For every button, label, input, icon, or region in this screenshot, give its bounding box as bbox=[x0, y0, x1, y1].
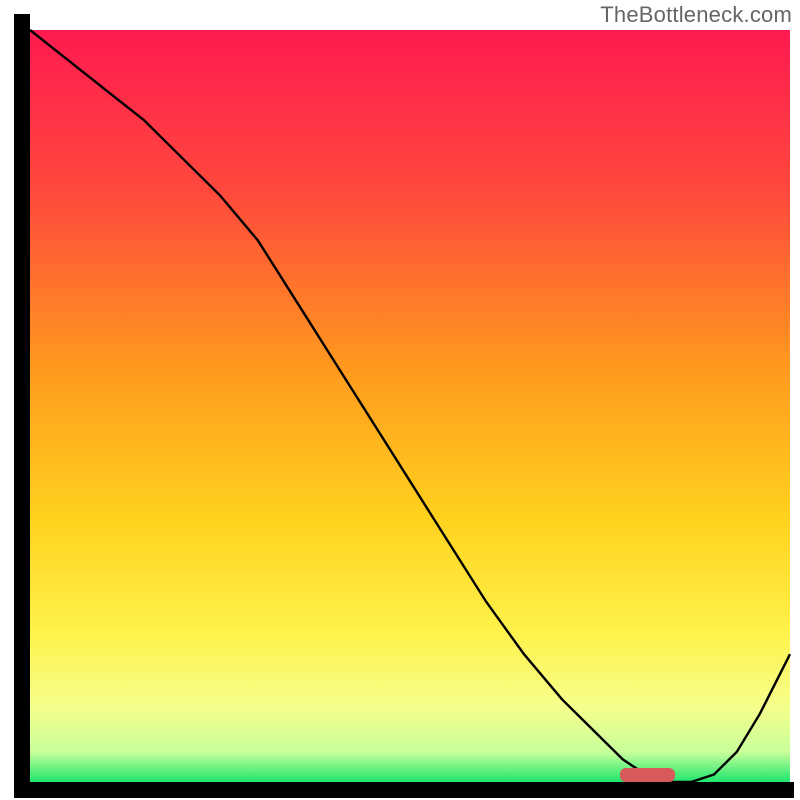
chart-container: TheBottleneck.com bbox=[0, 0, 800, 800]
y-axis bbox=[14, 14, 30, 794]
bottleneck-chart bbox=[0, 0, 800, 800]
x-axis bbox=[14, 782, 794, 798]
optimal-marker bbox=[620, 768, 675, 782]
watermark-text: TheBottleneck.com bbox=[600, 2, 792, 28]
gradient-background bbox=[30, 30, 790, 782]
